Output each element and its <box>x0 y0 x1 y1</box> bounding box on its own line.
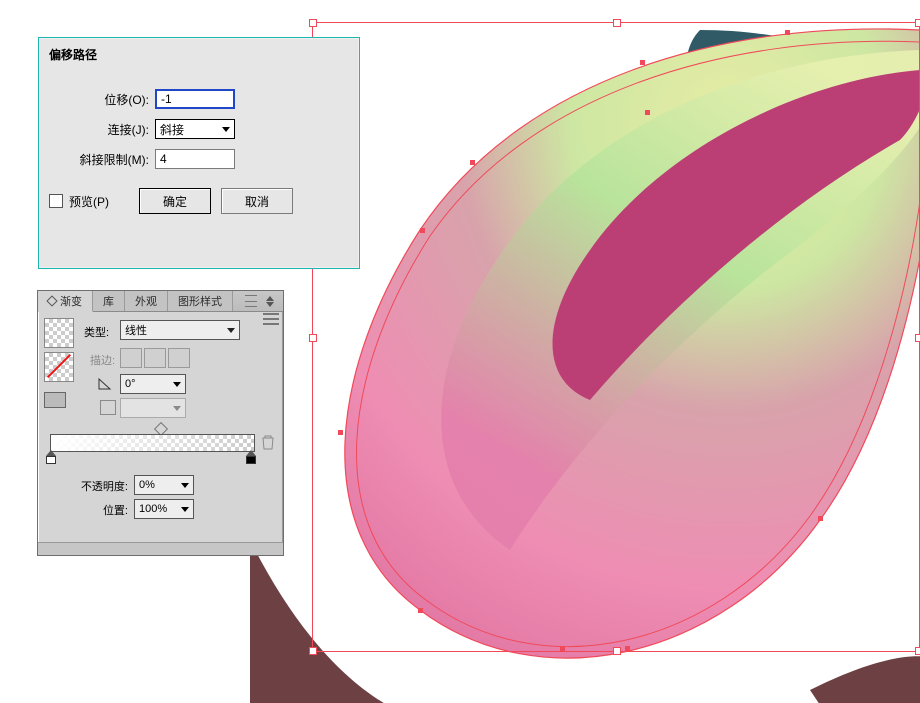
tab-appearance[interactable]: 外观 <box>125 291 168 311</box>
selection-bbox[interactable] <box>312 22 920 652</box>
row-join: 连接(J): 斜接 <box>39 118 235 140</box>
stroke-label: 描边: <box>90 352 115 368</box>
angle-value: 0° <box>125 378 136 390</box>
gradient-ramp[interactable] <box>50 434 255 452</box>
gradient-stop-left[interactable] <box>46 450 56 462</box>
anchor-point[interactable] <box>625 646 630 651</box>
row-offset: 位移(O): <box>39 88 235 110</box>
type-value: 线性 <box>125 322 147 338</box>
anchor-point[interactable] <box>560 646 565 651</box>
gradient-type-select[interactable]: 线性 <box>120 320 240 340</box>
reverse-gradient-button[interactable] <box>44 392 66 408</box>
stroke-mode-2[interactable] <box>144 348 166 368</box>
gradient-panel: 渐变 库 外观 图形样式 类型: 线性 描边: <box>37 290 284 556</box>
illustrator-canvas[interactable]: 偏移路径 位移(O): 连接(J): 斜接 斜接限制(M): 预览(P) 确定 … <box>0 0 920 703</box>
angle-icon <box>98 376 112 390</box>
row-miter: 斜接限制(M): <box>39 148 235 170</box>
angle-select[interactable]: 0° <box>120 374 186 394</box>
stroke-swatch-none[interactable] <box>44 352 74 382</box>
gradient-swatch[interactable] <box>44 318 74 348</box>
anchor-point[interactable] <box>470 160 475 165</box>
panel-grip-icon[interactable] <box>245 295 257 307</box>
bbox-handle-n[interactable] <box>613 19 621 27</box>
ok-button[interactable]: 确定 <box>139 188 211 214</box>
anchor-point[interactable] <box>785 30 790 35</box>
join-label: 连接(J): <box>39 121 155 138</box>
gradient-stop-right[interactable] <box>246 450 256 462</box>
preview-label: 预览(P) <box>69 193 109 210</box>
bbox-handle-e[interactable] <box>915 334 920 342</box>
anchor-point[interactable] <box>338 430 343 435</box>
anchor-point[interactable] <box>418 608 423 613</box>
stroke-gradient-mode <box>120 348 192 368</box>
location-label: 位置: <box>68 502 128 518</box>
bbox-handle-s[interactable] <box>613 647 621 655</box>
opacity-label: 不透明度: <box>68 478 128 494</box>
miter-input[interactable] <box>155 149 235 169</box>
stroke-mode-1[interactable] <box>120 348 142 368</box>
panel-footer <box>38 542 283 555</box>
preview-checkbox[interactable] <box>49 194 63 208</box>
chevron-down-icon <box>227 328 235 333</box>
location-select[interactable]: 100% <box>134 499 194 519</box>
opacity-select[interactable]: 0% <box>134 475 194 495</box>
panel-collapse-icon[interactable] <box>263 294 277 308</box>
opacity-value: 0% <box>139 479 155 491</box>
stroke-mode-3[interactable] <box>168 348 190 368</box>
offset-path-dialog: 偏移路径 位移(O): 连接(J): 斜接 斜接限制(M): 预览(P) 确定 … <box>38 37 360 269</box>
chevron-down-icon <box>173 406 181 411</box>
chevron-down-icon <box>222 127 230 132</box>
offset-input[interactable] <box>155 89 235 109</box>
join-value: 斜接 <box>160 121 184 138</box>
bbox-handle-sw[interactable] <box>309 647 317 655</box>
tab-graphic-styles[interactable]: 图形样式 <box>168 291 233 311</box>
cancel-button[interactable]: 取消 <box>221 188 293 214</box>
tab-library[interactable]: 库 <box>93 291 125 311</box>
delete-stop-icon[interactable] <box>261 434 275 450</box>
anchor-point[interactable] <box>818 516 823 521</box>
bbox-handle-se[interactable] <box>915 647 920 655</box>
bbox-handle-w[interactable] <box>309 334 317 342</box>
aspect-icon <box>100 400 116 415</box>
type-label: 类型: <box>84 324 109 340</box>
miter-label: 斜接限制(M): <box>39 151 155 168</box>
dialog-title: 偏移路径 <box>49 46 97 63</box>
aspect-select[interactable] <box>120 398 186 418</box>
bbox-handle-ne[interactable] <box>915 19 920 27</box>
anchor-point[interactable] <box>420 228 425 233</box>
anchor-point[interactable] <box>645 110 650 115</box>
gradient-body: 类型: 线性 描边: 0° <box>38 312 283 324</box>
chevron-down-icon <box>181 507 189 512</box>
tab-gradient[interactable]: 渐变 <box>38 291 93 312</box>
bbox-handle-nw[interactable] <box>309 19 317 27</box>
location-value: 100% <box>139 503 167 515</box>
offset-label: 位移(O): <box>39 91 155 108</box>
panel-tabs: 渐变 库 外观 图形样式 <box>38 291 283 312</box>
chevron-down-icon <box>181 483 189 488</box>
join-select[interactable]: 斜接 <box>155 119 235 139</box>
anchor-point[interactable] <box>640 60 645 65</box>
chevron-down-icon <box>173 382 181 387</box>
